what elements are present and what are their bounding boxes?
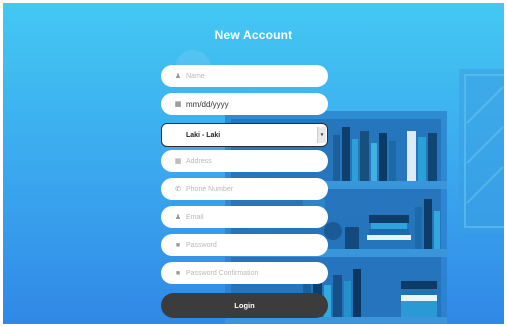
gender-select[interactable]: Laki - Laki ▾ [161, 123, 328, 147]
select-arrow-icon[interactable]: ▾ [317, 127, 326, 143]
password-confirmation-placeholder: Password Confirmation [186, 269, 259, 277]
email-placeholder: Email [186, 213, 204, 221]
name-input[interactable]: ♟ Name [161, 65, 328, 87]
password-placeholder: Password [186, 241, 217, 249]
phone-input[interactable]: ✆ Phone Number [161, 178, 328, 200]
gender-select-value: Laki - Laki [186, 131, 221, 139]
address-placeholder: Address [186, 157, 212, 165]
login-button[interactable]: Login [161, 293, 328, 318]
name-placeholder: Name [186, 72, 205, 80]
user-icon: ♟ [174, 214, 182, 221]
birthdate-input[interactable]: ▦ mm/dd/yyyy [161, 93, 328, 115]
signup-panel: New Account ♟ Name ▦ mm/dd/yyyy Laki - L… [3, 3, 504, 324]
calendar-icon: ▦ [174, 101, 182, 108]
password-input[interactable]: ■ Password [161, 234, 328, 256]
address-input[interactable]: ▦ Address [161, 150, 328, 172]
birthdate-value: mm/dd/yyyy [186, 99, 229, 109]
lock-icon: ■ [175, 241, 181, 249]
phone-placeholder: Phone Number [186, 185, 234, 193]
page-title: New Account [214, 28, 293, 42]
map-icon: ▦ [174, 158, 182, 165]
phone-icon: ✆ [175, 186, 181, 193]
email-input[interactable]: ♟ Email [161, 206, 328, 228]
user-icon: ♟ [174, 73, 182, 80]
lock-icon: ■ [175, 269, 181, 277]
password-confirmation-input[interactable]: ■ Password Confirmation [161, 262, 328, 284]
